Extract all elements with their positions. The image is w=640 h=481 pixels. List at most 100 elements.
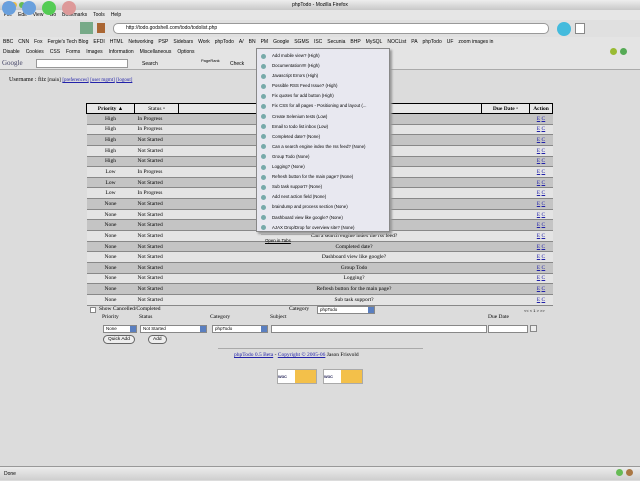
complete-link[interactable]: C (542, 275, 546, 281)
bookmark-item[interactable]: BN (249, 37, 256, 47)
calendar-icon[interactable] (530, 325, 537, 332)
complete-link[interactable]: C (542, 297, 546, 303)
bookmark-item[interactable]: Sidebars (173, 37, 193, 47)
edit-link[interactable]: E (537, 244, 540, 250)
bookmark-item[interactable]: Fox (34, 37, 42, 47)
pager[interactable]: << < 1 > >> (524, 308, 545, 313)
edit-link[interactable]: E (537, 180, 540, 186)
bookmark-menu-item[interactable]: Fix quotes for add button (High) (257, 91, 389, 101)
edit-link[interactable]: E (537, 222, 540, 228)
bookmark-menu-item[interactable]: Javascript Errors (High) (257, 71, 389, 81)
bookmark-menu-item[interactable]: braindump and process section (None) (257, 202, 389, 212)
css-valid-badge[interactable]: W3C (323, 369, 363, 384)
copyright-link[interactable]: Copyright © 2005-06 (278, 352, 326, 358)
google-search-input[interactable] (36, 59, 128, 68)
status-select[interactable]: Not Started (140, 325, 207, 333)
edit-link[interactable]: E (537, 212, 540, 218)
edit-link[interactable]: E (537, 116, 540, 122)
bookmark-item[interactable]: BHP (350, 37, 360, 47)
subject-input[interactable] (271, 325, 487, 333)
home-icon[interactable] (80, 22, 93, 34)
bookmark-item[interactable]: Networking (128, 37, 153, 47)
complete-link[interactable]: C (542, 180, 546, 186)
edit-link[interactable]: E (537, 190, 540, 196)
stop-icon[interactable] (62, 1, 76, 15)
bookmark-menu-item[interactable]: Refresh button for the main page? (None) (257, 172, 389, 182)
devbar-cookies[interactable]: Cookies (26, 47, 44, 57)
bookmark-item[interactable]: MySQL (366, 37, 383, 47)
bookmark-item[interactable]: EFDI (93, 37, 104, 47)
xhtml-valid-badge[interactable]: W3C (277, 369, 317, 384)
user-mgmt-link[interactable]: [user mgmt] (90, 78, 115, 83)
edit-link[interactable]: E (537, 158, 540, 164)
bookmark-item[interactable]: NOCList (387, 37, 406, 47)
menu-tools[interactable]: Tools (93, 10, 105, 20)
bookmark-item[interactable]: PM (261, 37, 269, 47)
bookmark-menu-item[interactable]: Possible RSS Feed Issue? (High) (257, 81, 389, 91)
bookmark-item[interactable]: zoom images in (458, 37, 493, 47)
show-cancelled-checkbox[interactable] (90, 307, 96, 313)
edit-link[interactable]: E (537, 201, 540, 207)
edit-link[interactable]: E (537, 275, 540, 281)
complete-link[interactable]: C (542, 222, 546, 228)
logout-link[interactable]: [logout] (116, 78, 132, 83)
edit-link[interactable]: E (537, 148, 540, 154)
spell-check-button[interactable]: Check (230, 61, 244, 67)
forward-icon[interactable] (22, 1, 36, 15)
complete-link[interactable]: C (542, 201, 546, 207)
url-input[interactable]: http://todo.godshell.com/todo/todolist.p… (113, 23, 549, 34)
devbar-css[interactable]: CSS (50, 47, 60, 57)
bookmark-menu-item[interactable]: Fix CSS for all pages - Positioning and … (257, 101, 389, 111)
main-link[interactable]: [main] (47, 78, 60, 83)
complete-link[interactable]: C (542, 169, 546, 175)
complete-link[interactable]: C (542, 148, 546, 154)
quick-add-button[interactable]: Quick Add (103, 335, 135, 344)
google-search-button[interactable]: Search (142, 61, 158, 67)
check-icon[interactable] (610, 48, 617, 55)
edit-link[interactable]: E (537, 233, 540, 239)
bookmark-menu-item[interactable]: Sub task support? (None) (257, 182, 389, 192)
devbar-miscellaneous[interactable]: Miscellaneous (140, 47, 172, 57)
bookmark-item[interactable]: ISC (314, 37, 322, 47)
status-icon[interactable] (620, 48, 627, 55)
complete-link[interactable]: C (542, 254, 546, 260)
open-in-tabs-item[interactable]: Open in Tabs (257, 236, 389, 246)
due-date-header[interactable]: Due Date ▫ (481, 103, 530, 114)
category-select[interactable]: phpTodo (212, 325, 268, 333)
complete-link[interactable]: C (542, 286, 546, 292)
bookmark-menu-item[interactable]: Documentation!!!! (High) (257, 61, 389, 71)
bookmark-menu-item[interactable]: Logging? (None) (257, 162, 389, 172)
edit-link[interactable]: E (537, 286, 540, 292)
menu-help[interactable]: Help (111, 10, 121, 20)
complete-link[interactable]: C (542, 212, 546, 218)
bookmark-menu-item[interactable]: Completed date? (None) (257, 132, 389, 142)
devbar-information[interactable]: Information (109, 47, 134, 57)
devbar-images[interactable]: Images (86, 47, 102, 57)
bookmark-item[interactable]: Secunia (327, 37, 345, 47)
bookmark-menu-item[interactable]: Group Todo (None) (257, 152, 389, 162)
edit-link[interactable]: E (537, 137, 540, 143)
status-header[interactable]: Status ▫ (134, 103, 179, 114)
edit-link[interactable]: E (537, 297, 540, 303)
bookmark-menu-item[interactable]: Can a search engine index the rss feed? … (257, 142, 389, 152)
priority-header[interactable]: Priority ▲ (86, 103, 135, 114)
complete-link[interactable]: C (542, 116, 546, 122)
bookmark-menu-item[interactable]: Create Selenium tests (Low) (257, 112, 389, 122)
complete-link[interactable]: C (542, 244, 546, 250)
bookmark-item[interactable]: phpTodo (423, 37, 442, 47)
bookmark-menu-item[interactable]: Add next action field (None) (257, 192, 389, 202)
bookmark-item[interactable]: Fergie's Tech Blog (47, 37, 88, 47)
extension-icon[interactable] (97, 23, 105, 33)
bookmark-item[interactable]: SGMS (294, 37, 309, 47)
complete-link[interactable]: C (542, 137, 546, 143)
bookmark-item[interactable]: A/ (239, 37, 244, 47)
edit-link[interactable]: E (537, 254, 540, 260)
bookmark-item[interactable]: PA (411, 37, 417, 47)
back-icon[interactable] (2, 1, 16, 15)
bookmark-menu-item[interactable]: Add mobile view? (High) (257, 51, 389, 61)
bookmark-item[interactable]: Google (273, 37, 289, 47)
bookmark-menu-item[interactable]: Email to todo list inbox (Low) (257, 122, 389, 132)
search-engine-icon[interactable] (575, 23, 585, 34)
devbar-forms[interactable]: Forms (66, 47, 80, 57)
devbar-disable[interactable]: Disable (3, 47, 20, 57)
